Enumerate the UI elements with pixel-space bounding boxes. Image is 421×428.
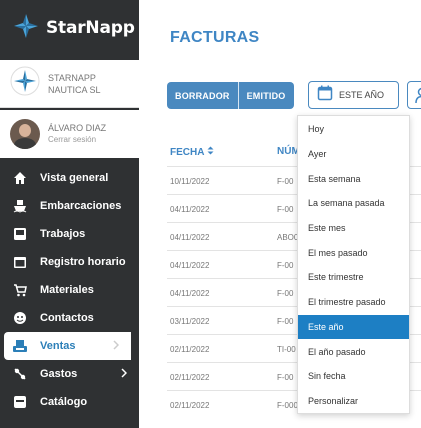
brand-name: StarNapp — [46, 18, 135, 38]
dropdown-option-este-ano[interactable]: Este año — [298, 314, 409, 340]
sidebar-item-gastos[interactable]: Gastos — [0, 360, 139, 388]
sidebar-item-label: Registro horario — [40, 256, 126, 268]
calendar-icon — [12, 254, 28, 270]
dropdown-option-hoy[interactable]: Hoy — [298, 117, 409, 142]
cell-fecha: 02/11/2022 — [170, 345, 210, 354]
company-selector[interactable]: STARNAPP NAUTICA SL — [0, 60, 139, 108]
dropdown-option-mes-pasado[interactable]: El mes pasado — [298, 240, 409, 265]
sidebar-item-label: Ventas — [40, 340, 76, 352]
cell-numero: F-00 — [277, 177, 294, 186]
sidebar-item-label: Gastos — [40, 368, 78, 380]
cell-fecha: 10/11/2022 — [170, 177, 210, 186]
cell-numero: TI-00 — [277, 345, 296, 354]
sidebar-item-trabajos[interactable]: Trabajos — [0, 220, 139, 248]
sidebar-item-label: Embarcaciones — [40, 200, 122, 212]
dropdown-option-personalizar[interactable]: Personalizar — [298, 389, 409, 414]
chevron-right-icon — [121, 368, 128, 381]
sidebar-item-vista-general[interactable]: Vista general — [0, 164, 139, 192]
status-filter: BORRADOR EMITIDO — [167, 82, 294, 109]
sidebar: StarNapp STARNAPP NAUTICA SL ÁLVARO DIAZ… — [0, 0, 139, 428]
catalog-icon — [12, 394, 28, 410]
date-range-dropdown: Hoy Ayer Esta semana La semana pasada Es… — [297, 115, 410, 414]
logout-link[interactable]: Cerrar sesión — [48, 134, 106, 145]
dropdown-option-esta-semana[interactable]: Esta semana — [298, 166, 409, 191]
brand[interactable]: StarNapp — [0, 0, 139, 56]
ship-icon — [12, 198, 28, 214]
cell-fecha: 04/11/2022 — [170, 289, 210, 298]
dropdown-option-este-mes[interactable]: Este mes — [298, 216, 409, 241]
date-filter-label: ESTE AÑO — [339, 90, 385, 100]
column-header-fecha[interactable]: FECHA — [170, 146, 214, 158]
dropdown-option-sin-fecha[interactable]: Sin fecha — [298, 364, 409, 389]
contacts-icon — [12, 310, 28, 326]
cell-numero: F-00 — [277, 317, 294, 326]
company-name-line1: STARNAPP — [48, 72, 96, 83]
expenses-icon — [12, 366, 28, 382]
sort-icon — [207, 146, 214, 158]
cell-fecha: 04/11/2022 — [170, 261, 210, 270]
sidebar-item-label: Catálogo — [40, 396, 88, 408]
chevron-right-icon — [113, 340, 120, 353]
column-header-label: FECHA — [170, 147, 205, 158]
cell-numero: ABO0 — [277, 233, 299, 242]
cell-numero: F-00 — [277, 205, 294, 214]
dropdown-option-ano-pasado[interactable]: El año pasado — [298, 339, 409, 364]
sidebar-item-label: Contactos — [40, 312, 94, 324]
user-panel: ÁLVARO DIAZ Cerrar sesión — [0, 110, 139, 158]
dropdown-option-semana-pasada[interactable]: La semana pasada — [298, 191, 409, 216]
home-icon — [12, 170, 28, 186]
company-logo-icon — [10, 66, 40, 101]
cell-fecha: 04/11/2022 — [170, 205, 210, 214]
sidebar-item-embarcaciones[interactable]: Embarcaciones — [0, 192, 139, 220]
cart-icon — [12, 282, 28, 298]
cell-numero: F-00 — [277, 289, 294, 298]
cell-fecha: 02/11/2022 — [170, 401, 210, 410]
page-title: FACTURAS — [170, 29, 260, 46]
sidebar-nav: Vista general Embarcaciones Trabajos Reg… — [0, 164, 139, 416]
user-name: ÁLVARO DIAZ — [48, 123, 107, 133]
sidebar-item-contactos[interactable]: Contactos — [0, 304, 139, 332]
sidebar-item-ventas[interactable]: Ventas — [4, 332, 131, 360]
avatar[interactable] — [10, 119, 40, 149]
sales-icon — [12, 338, 28, 354]
user-icon — [415, 87, 421, 108]
cell-numero: F-00 — [277, 261, 294, 270]
dropdown-option-este-trimestre[interactable]: Este trimestre — [298, 265, 409, 290]
sidebar-item-label: Trabajos — [40, 228, 86, 240]
dropdown-option-trimestre-pasado[interactable]: El trimestre pasado — [298, 290, 409, 315]
company-name-line2: NAUTICA SL — [48, 84, 101, 95]
borrador-button[interactable]: BORRADOR — [167, 82, 238, 109]
cell-fecha: 02/11/2022 — [170, 373, 210, 382]
inbox-icon — [12, 226, 28, 242]
cell-numero: F-00 — [277, 373, 294, 382]
emitido-button[interactable]: EMITIDO — [237, 82, 294, 109]
dropdown-option-ayer[interactable]: Ayer — [298, 142, 409, 167]
calendar-icon — [317, 85, 333, 106]
sidebar-item-registro-horario[interactable]: Registro horario — [0, 248, 139, 276]
cell-fecha: 04/11/2022 — [170, 233, 210, 242]
sidebar-item-materiales[interactable]: Materiales — [0, 276, 139, 304]
user-filter-button[interactable] — [407, 81, 421, 109]
sidebar-item-catalogo[interactable]: Catálogo — [0, 388, 139, 416]
sidebar-item-label: Vista general — [40, 172, 109, 184]
sidebar-item-label: Materiales — [40, 284, 94, 296]
date-filter-button[interactable]: ESTE AÑO — [308, 81, 399, 109]
starnapp-logo-icon — [12, 12, 40, 45]
cell-fecha: 03/11/2022 — [170, 317, 210, 326]
